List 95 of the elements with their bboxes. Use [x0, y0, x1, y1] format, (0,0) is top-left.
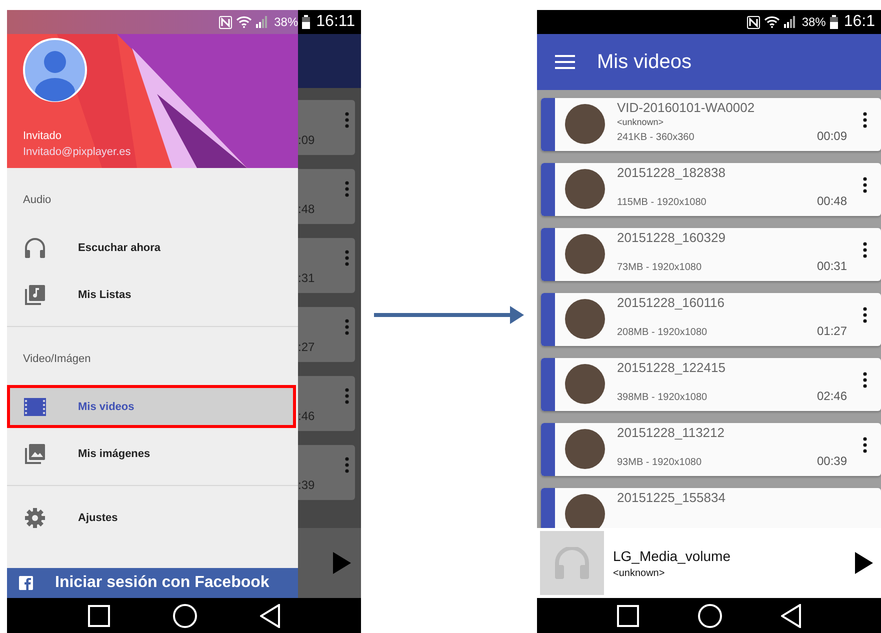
section-header: Audio [22, 193, 52, 208]
video-title: 20151228_182838 [617, 165, 726, 180]
card-accent-stripe [541, 98, 555, 151]
menu-icon[interactable] [555, 55, 575, 69]
video-thumbnail [565, 169, 605, 209]
menu-item[interactable]: Escuchar ahora [7, 224, 298, 271]
wifi-icon [764, 16, 780, 28]
video-duration: 00:09 [816, 129, 847, 143]
battery-icon [302, 15, 310, 29]
menu-item[interactable]: Mis Listas [7, 271, 298, 318]
video-duration: 01:27 [816, 324, 847, 338]
video-duration: 00:39 [816, 454, 847, 468]
avatar-icon[interactable] [23, 38, 87, 102]
signal-icon [784, 16, 798, 28]
more-icon[interactable] [863, 437, 867, 453]
video-thumbnail [565, 104, 605, 144]
play-icon[interactable] [855, 552, 873, 574]
video-duration: :46 [298, 409, 315, 423]
image-library-icon [23, 444, 47, 464]
video-thumbnail [565, 299, 605, 339]
user-name: Invitado [23, 130, 63, 142]
video-thumbnail [565, 429, 605, 469]
video-info: 93MB - 1920x1080 [617, 457, 703, 468]
video-duration: 00:48 [816, 194, 847, 208]
headphones-icon [23, 238, 47, 258]
menu-item[interactable]: Mis videos [7, 385, 296, 428]
battery-icon [830, 15, 838, 29]
video-duration: :39 [298, 478, 315, 492]
battery-percent: 38% [802, 15, 826, 29]
video-card[interactable]: 20151228_122415 398MB - 1920x1080 02:46 [541, 358, 881, 411]
video-thumbnail [565, 234, 605, 274]
status-time: 16:11 [316, 13, 355, 31]
back-icon[interactable] [260, 604, 280, 628]
card-accent-stripe [541, 488, 555, 528]
video-card[interactable]: 20151228_113212 93MB - 1920x1080 00:39 [541, 423, 881, 476]
video-card[interactable]: 20151228_182838 115MB - 1920x1080 00:48 [541, 163, 881, 216]
dimmed-app-bar [298, 34, 361, 88]
more-icon[interactable] [863, 177, 867, 193]
video-duration: :48 [298, 202, 315, 216]
video-thumbnail [565, 494, 605, 528]
card-accent-stripe [541, 163, 555, 216]
settings-icon [23, 508, 47, 528]
nfc-icon [219, 16, 232, 28]
track-title: LG_Media_volume [613, 548, 732, 564]
more-icon[interactable] [863, 307, 867, 323]
app-title: Mis videos [597, 50, 692, 74]
card-accent-stripe [541, 228, 555, 281]
video-duration: 00:31 [816, 259, 847, 273]
video-card[interactable]: 20151228_160116 208MB - 1920x1080 01:27 [541, 293, 881, 346]
track-artist: <unknown> [613, 568, 666, 578]
video-info: 115MB - 1920x1080 [617, 197, 708, 208]
video-card[interactable]: 20151225_155834 [541, 488, 881, 528]
video-card[interactable]: 20151228_160329 73MB - 1920x1080 00:31 [541, 228, 881, 281]
card-accent-stripe [541, 358, 555, 411]
recent-apps-icon[interactable] [616, 604, 639, 626]
video-info: 241KB - 360x360 [617, 132, 696, 143]
video-duration: 02:46 [816, 389, 847, 403]
video-duration: :09 [298, 133, 315, 147]
section-header: Video/Imágen [22, 352, 92, 367]
battery-percent: 38% [274, 15, 298, 29]
film-icon [23, 398, 47, 416]
video-info: 73MB - 1920x1080 [617, 262, 703, 273]
video-title: 20151228_122415 [617, 360, 726, 375]
menu-item[interactable]: Mis imágenes [7, 430, 298, 477]
video-duration: :31 [298, 271, 315, 285]
video-artist: <unknown> [617, 117, 665, 127]
home-icon[interactable] [698, 604, 722, 628]
video-info: 398MB - 1920x1080 [617, 392, 708, 403]
play-icon [333, 552, 351, 574]
video-info: 208MB - 1920x1080 [617, 327, 708, 338]
user-email: Invitado@pixplayer.es [23, 146, 132, 158]
video-title: VID-20160101-WA0002 [617, 100, 756, 115]
home-icon[interactable] [172, 604, 197, 628]
wifi-icon [236, 16, 252, 28]
card-accent-stripe [541, 293, 555, 346]
more-icon[interactable] [863, 242, 867, 258]
video-title: 20151228_160329 [617, 230, 726, 245]
more-icon[interactable] [863, 372, 867, 388]
status-time: 16:1 [844, 13, 875, 31]
menu-item[interactable]: Ajustes [7, 494, 298, 541]
more-icon[interactable] [863, 112, 867, 128]
video-title: 20151228_160116 [617, 295, 726, 310]
video-duration: :27 [298, 340, 315, 354]
video-title: 20151225_155834 [617, 490, 726, 505]
video-thumbnail [565, 364, 605, 404]
music-library-icon [23, 284, 47, 304]
facebook-login-button[interactable]: Iniciar sesión con Facebook [7, 568, 298, 598]
back-icon[interactable] [781, 604, 802, 628]
video-card[interactable]: VID-20160101-WA0002 <unknown> 241KB - 360x360 00:09 [541, 98, 881, 151]
recent-apps-icon[interactable] [88, 604, 110, 626]
headphones-icon [554, 547, 590, 579]
card-accent-stripe [541, 423, 555, 476]
facebook-icon [19, 576, 33, 590]
nfc-icon [746, 16, 760, 28]
video-title: 20151228_113212 [617, 425, 726, 440]
